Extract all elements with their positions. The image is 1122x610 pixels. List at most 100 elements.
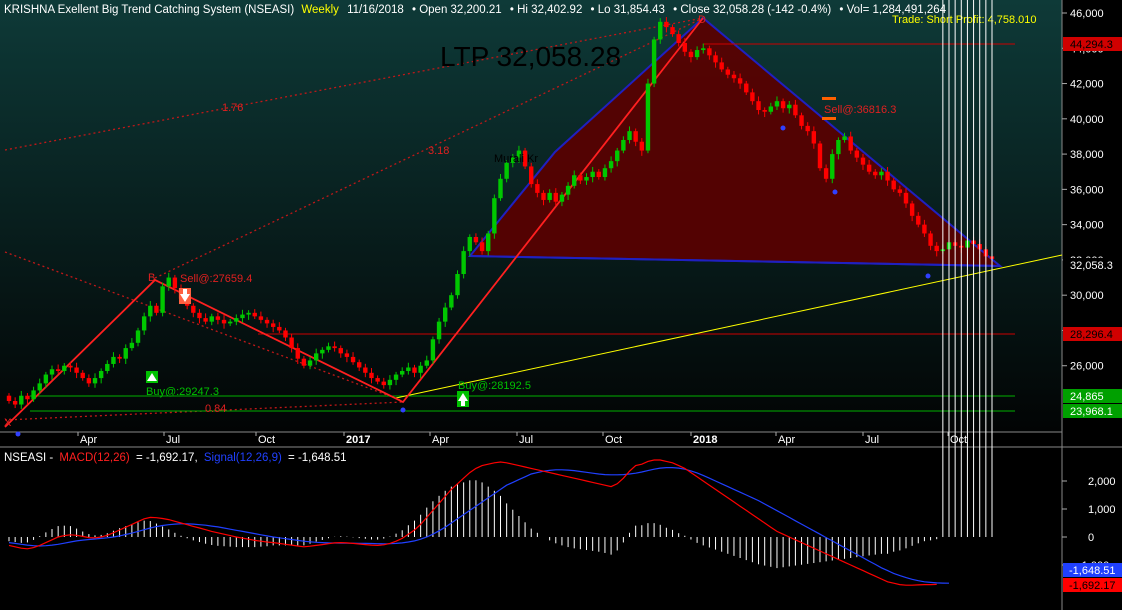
svg-text:44,294.3: 44,294.3	[1070, 39, 1113, 51]
candle-body	[43, 374, 49, 384]
y-tick-label: 26,000	[1070, 361, 1104, 373]
header-hi: • Hi 32,402.92	[510, 4, 582, 16]
candle-body	[645, 83, 651, 151]
y-tick-label: 38,000	[1070, 149, 1104, 161]
fib-label-3: 0.84	[205, 403, 226, 415]
chart-canvas: LTP 32,058.28 1.76 3.18 0.84 Murali Kr S…	[0, 0, 1122, 610]
candle-body	[74, 367, 79, 373]
candle-body	[406, 367, 411, 372]
candle-body	[774, 101, 780, 107]
candle-body	[92, 378, 98, 384]
candle-body	[381, 381, 386, 386]
candle-body	[590, 171, 595, 178]
svg-text:23,968.1: 23,968.1	[1070, 406, 1113, 418]
candle-body	[197, 312, 202, 319]
candle-body	[756, 101, 761, 110]
candle-body	[129, 342, 135, 349]
candle-body	[363, 367, 368, 373]
candle-body	[639, 141, 645, 151]
candle-body	[258, 316, 264, 320]
candle-body	[664, 21, 669, 28]
buy-label-2: Buy@:28192.5	[458, 380, 531, 392]
candle-body	[873, 171, 878, 176]
candle-body	[780, 101, 786, 109]
macd-header: NSEASI - MACD(12,26) = -1,692.17, Signal…	[4, 452, 347, 464]
price-tag-24865: 24,865	[1063, 389, 1122, 403]
candle-body	[141, 316, 147, 331]
macd-y-tick-label: 0	[1088, 532, 1094, 544]
candle-body	[823, 168, 829, 179]
x-tick-label: Oct	[605, 434, 622, 446]
chart-header: KRISHNA Exellent Big Trend Catching Syst…	[4, 4, 947, 16]
signal-value: = -1,648.51	[288, 452, 347, 464]
candle-body	[215, 316, 221, 320]
x-tick-label: 2018	[693, 434, 717, 446]
candle-body	[473, 236, 479, 243]
macd-symbol: NSEASI -	[4, 452, 53, 464]
candle-body	[811, 131, 817, 144]
candle-body	[504, 162, 509, 179]
header-interval: Weekly	[301, 4, 339, 16]
sell-label-1: Sell@:27659.4	[180, 273, 252, 285]
candle-body	[375, 378, 380, 382]
candle-body	[98, 371, 104, 379]
candle-body	[148, 305, 153, 317]
candle-body	[449, 295, 454, 308]
candle-body	[37, 383, 42, 391]
candle-body	[264, 319, 270, 324]
candle-body	[688, 51, 694, 58]
x-tick-label: Apr	[778, 434, 795, 446]
candle-body	[252, 312, 257, 317]
candle-body	[799, 115, 804, 126]
candle-body	[553, 192, 558, 202]
candle-body	[897, 189, 903, 193]
macd-value: = -1,692.17,	[136, 452, 198, 464]
candle-body	[658, 21, 663, 40]
svg-text:-1,648.51: -1,648.51	[1069, 565, 1115, 577]
candle-body	[105, 363, 110, 372]
candle-body	[909, 203, 915, 216]
candle-body	[676, 34, 681, 43]
candle-body	[203, 318, 208, 322]
candle-body	[344, 353, 350, 357]
macd-name: MACD(12,26)	[59, 452, 129, 464]
candle-body	[670, 27, 675, 35]
trade-profit-label: Trade: Short Profit: 4,758.010	[892, 14, 1037, 26]
candle-body	[744, 83, 749, 93]
price-y-axis: 26,00028,00030,00032,00034,00036,00038,0…	[1062, 8, 1104, 373]
y-tick-label: 40,000	[1070, 114, 1104, 126]
svg-text:28,296.4: 28,296.4	[1070, 329, 1113, 341]
y-tick-label: 46,000	[1070, 8, 1104, 20]
candle-body	[928, 233, 933, 246]
candle-body	[578, 175, 583, 181]
candle-body	[602, 168, 608, 178]
candle-body	[326, 346, 331, 350]
candle-body	[332, 346, 337, 349]
candle-body	[866, 164, 872, 172]
y-tick-label: 36,000	[1070, 184, 1104, 196]
candle-body	[615, 150, 620, 162]
candle-body	[584, 177, 589, 181]
header-lo: • Lo 31,854.43	[591, 4, 665, 16]
y-tick-label: 42,000	[1070, 79, 1104, 91]
candle-body	[701, 48, 706, 51]
candle-body	[412, 367, 417, 373]
pattern-point-b: B	[148, 272, 155, 284]
y-tick-label: 34,000	[1070, 220, 1104, 232]
candle-body	[418, 365, 423, 373]
candle-body	[608, 161, 614, 169]
candle-body	[160, 286, 165, 313]
candle-body	[6, 395, 12, 401]
candle-body	[68, 365, 73, 368]
fib-label-1: 1.76	[222, 102, 243, 114]
candle-body	[787, 104, 792, 109]
candle-body	[436, 321, 442, 340]
candle-body	[596, 171, 601, 178]
candle-body	[80, 372, 85, 379]
candle-body	[805, 125, 810, 132]
candle-body	[111, 356, 116, 364]
candle-body	[356, 362, 362, 368]
candle-body	[750, 92, 755, 102]
candle-body	[486, 233, 491, 252]
x-tick-label: 2017	[346, 434, 370, 446]
